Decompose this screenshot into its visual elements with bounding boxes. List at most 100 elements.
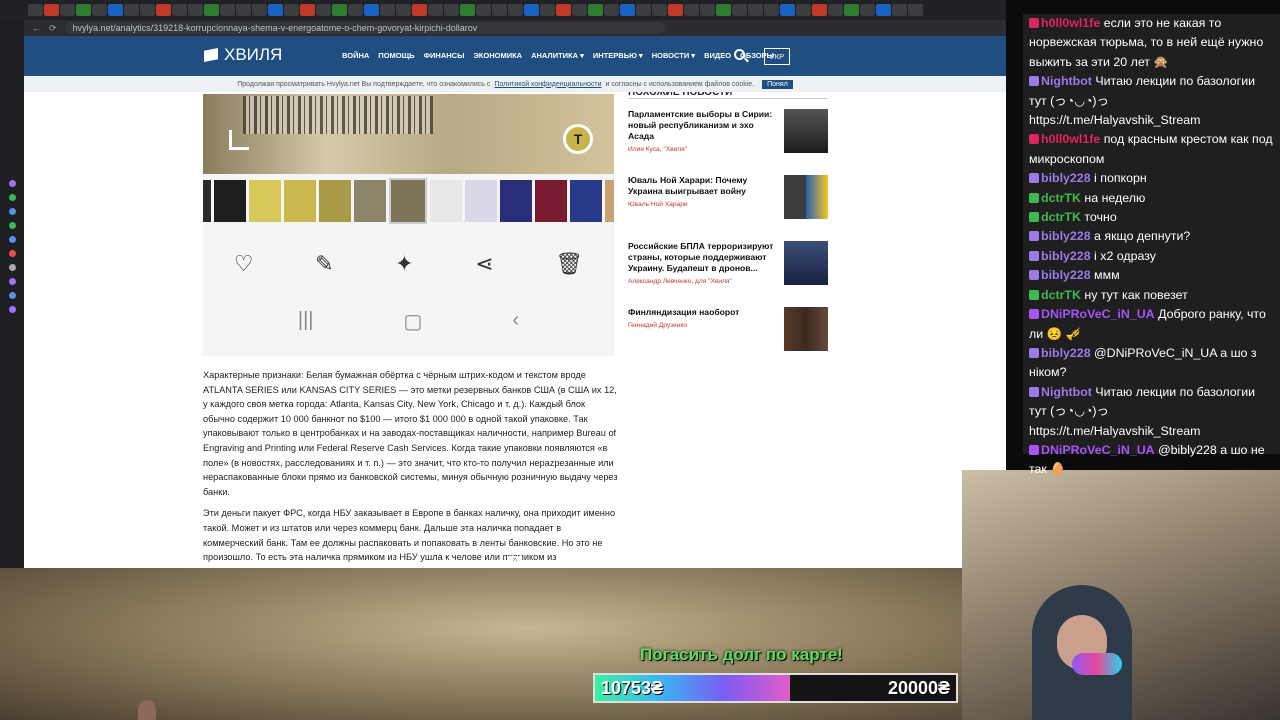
browser-tab[interactable] — [28, 4, 43, 16]
chat-username[interactable]: dctrTK — [1041, 288, 1081, 302]
browser-tab[interactable] — [828, 4, 843, 16]
browser-tab[interactable] — [844, 4, 859, 16]
menu-item[interactable]: ЭКОНОМИКА — [473, 51, 522, 60]
chat-username[interactable]: h0ll0wl1fe — [1041, 132, 1100, 146]
browser-tab[interactable] — [508, 4, 523, 16]
back-icon[interactable]: ← — [32, 23, 41, 33]
browser-tab[interactable] — [700, 4, 715, 16]
browser-tab[interactable] — [892, 4, 907, 16]
browser-tab[interactable] — [380, 4, 395, 16]
browser-tab[interactable] — [876, 4, 891, 16]
related-item[interactable]: Парламентские выборы в Сирии: новый респ… — [628, 109, 828, 165]
related-thumbnail[interactable] — [784, 109, 828, 153]
browser-tab[interactable] — [124, 4, 139, 16]
language-button[interactable]: УКР — [764, 48, 791, 65]
scroll-to-top-button[interactable]: ^ — [508, 556, 522, 568]
menu-item[interactable]: ИНТЕРВЬЮ ▾ — [593, 51, 643, 60]
browser-tab[interactable] — [76, 4, 91, 16]
browser-tab[interactable] — [460, 4, 475, 16]
related-thumbnail[interactable] — [784, 307, 828, 351]
url-field[interactable]: hvylya.net/analytics/319218-korrupcionna… — [64, 22, 665, 34]
browser-tab[interactable] — [796, 4, 811, 16]
related-title[interactable]: Российские БПЛА терроризируют страны, ко… — [628, 241, 778, 274]
related-title[interactable]: Юваль Ной Харари: Почему Украина выигрыв… — [628, 175, 778, 197]
instagram-icon[interactable] — [8, 250, 16, 257]
browser-tab[interactable] — [172, 4, 187, 16]
messenger-icon[interactable] — [8, 292, 16, 299]
browser-tab[interactable] — [444, 4, 459, 16]
sidebar-app-icon[interactable] — [8, 180, 16, 187]
chat-username[interactable]: Nightbot — [1041, 385, 1092, 399]
twitch-icon[interactable] — [8, 306, 16, 313]
chat-username[interactable]: bibly228 — [1041, 229, 1091, 243]
related-item[interactable]: Финляндизация наоборот Геннадий Друзенко — [628, 307, 828, 363]
browser-tab[interactable] — [604, 4, 619, 16]
reload-icon[interactable]: ⟳ — [49, 23, 57, 34]
browser-tab[interactable] — [652, 4, 667, 16]
whatsapp-icon[interactable] — [8, 222, 16, 229]
browser-tab[interactable] — [300, 4, 315, 16]
browser-tab[interactable] — [252, 4, 267, 16]
chat-username[interactable]: bibly228 — [1041, 249, 1091, 263]
browser-tab[interactable] — [684, 4, 699, 16]
browser-tab[interactable] — [316, 4, 331, 16]
menu-item[interactable]: ВИДЕО — [704, 51, 731, 60]
x-icon[interactable] — [8, 264, 16, 271]
related-title[interactable]: Финляндизация наоборот — [628, 307, 778, 318]
browser-tab[interactable] — [332, 4, 347, 16]
chat-username[interactable]: DNiPRoVeC_iN_UA — [1041, 443, 1155, 457]
browser-tab[interactable] — [140, 4, 155, 16]
browser-tab-strip[interactable] — [0, 0, 1006, 20]
browser-tab[interactable] — [60, 4, 75, 16]
telegram-icon[interactable] — [8, 236, 16, 243]
menu-item[interactable]: ФИНАНСЫ — [424, 51, 465, 60]
chat-username[interactable]: bibly228 — [1041, 268, 1091, 282]
browser-tab[interactable] — [540, 4, 555, 16]
cookie-accept-button[interactable]: Понял — [762, 79, 793, 89]
chat-username[interactable]: bibly228 — [1041, 346, 1091, 360]
chat-username[interactable]: h0ll0wl1fe — [1041, 16, 1100, 30]
browser-tab[interactable] — [220, 4, 235, 16]
browser-tab[interactable] — [44, 4, 59, 16]
discord-icon[interactable] — [8, 278, 16, 285]
browser-tab[interactable] — [428, 4, 443, 16]
browser-tab[interactable] — [812, 4, 827, 16]
browser-tab[interactable] — [588, 4, 603, 16]
address-bar[interactable]: ← ⟳ hvylya.net/analytics/319218-korrupci… — [24, 20, 1006, 36]
browser-tab[interactable] — [716, 4, 731, 16]
browser-tab[interactable] — [348, 4, 363, 16]
browser-tab[interactable] — [780, 4, 795, 16]
menu-item[interactable]: АНАЛИТИКА ▾ — [531, 51, 584, 60]
browser-tab[interactable] — [284, 4, 299, 16]
browser-tab[interactable] — [572, 4, 587, 16]
related-thumbnail[interactable] — [784, 241, 828, 285]
browser-tab[interactable] — [204, 4, 219, 16]
browser-tab[interactable] — [476, 4, 491, 16]
menu-item[interactable]: ВОЙНА — [342, 51, 369, 60]
site-logo[interactable]: ХВИЛЯ — [204, 45, 282, 65]
browser-tab[interactable] — [556, 4, 571, 16]
browser-tab[interactable] — [668, 4, 683, 16]
browser-tab[interactable] — [748, 4, 763, 16]
privacy-policy-link[interactable]: Политикой конфиденциальности — [494, 81, 601, 88]
browser-tab[interactable] — [108, 4, 123, 16]
chat-username[interactable]: dctrTK — [1041, 191, 1081, 205]
browser-tab[interactable] — [860, 4, 875, 16]
browser-tab[interactable] — [396, 4, 411, 16]
related-title[interactable]: Парламентские выборы в Сирии: новый респ… — [628, 109, 778, 142]
menu-item[interactable]: ПОМОЩЬ — [378, 51, 414, 60]
browser-tab[interactable] — [636, 4, 651, 16]
sidebar-app-icon[interactable] — [8, 194, 16, 201]
related-item[interactable]: Российские БПЛА терроризируют страны, ко… — [628, 241, 828, 297]
sidebar-app-icon[interactable] — [8, 208, 16, 215]
browser-tab[interactable] — [268, 4, 283, 16]
search-icon[interactable] — [734, 49, 745, 60]
browser-tab[interactable] — [492, 4, 507, 16]
chat-username[interactable]: Nightbot — [1041, 74, 1092, 88]
browser-tab[interactable] — [620, 4, 635, 16]
browser-tab[interactable] — [908, 4, 923, 16]
chat-username[interactable]: dctrTK — [1041, 210, 1081, 224]
browser-tab[interactable] — [524, 4, 539, 16]
browser-tab[interactable] — [412, 4, 427, 16]
browser-tab[interactable] — [188, 4, 203, 16]
